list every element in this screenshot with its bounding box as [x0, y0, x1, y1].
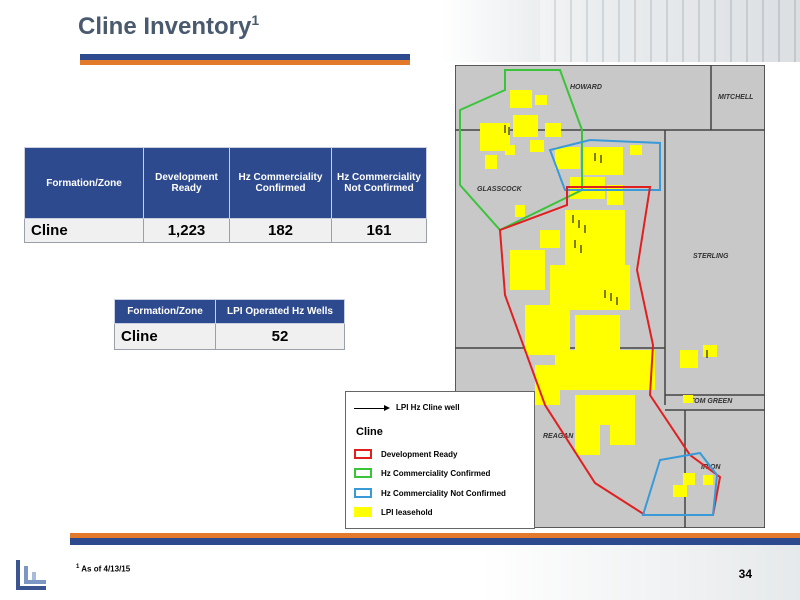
legend-title: Cline: [356, 426, 383, 438]
county-label-reagan: REAGAN: [543, 433, 574, 440]
header-formation-zone: Formation/Zone: [114, 299, 216, 324]
cell-formation: Cline: [114, 323, 216, 350]
header-band-orange: [80, 60, 410, 65]
header-formation-zone: Formation/Zone: [24, 147, 144, 219]
lpi-leasehold-swatch-icon: [354, 507, 372, 517]
hz-not-confirmed-swatch-icon: [354, 488, 372, 498]
header-lpi-operated-hz-wells: LPI Operated Hz Wells: [215, 299, 345, 324]
legend-item-label: Hz Commerciality Confirmed: [381, 469, 491, 478]
table-row: Cline 52: [114, 323, 345, 350]
cell-hz-not-confirmed: 161: [331, 218, 427, 243]
county-label-glasscock: GLASSCOCK: [477, 186, 523, 193]
hz-well-arrow-icon: [354, 405, 390, 411]
inventory-header-row: Formation/Zone Development Ready Hz Comm…: [24, 147, 427, 219]
wells-header-row: Formation/Zone LPI Operated Hz Wells: [114, 299, 345, 324]
legend-item-lpi-leasehold: LPI leasehold: [354, 507, 530, 519]
legend-item-hz-confirmed: Hz Commerciality Confirmed: [354, 468, 530, 480]
legend-item-label: LPI leasehold: [381, 508, 433, 517]
inventory-table: Formation/Zone Development Ready Hz Comm…: [24, 147, 427, 243]
map-legend: LPI Hz Cline well Cline Development Read…: [345, 391, 535, 529]
county-label-sterling: STERLING: [693, 253, 729, 260]
cell-formation: Cline: [24, 218, 144, 243]
county-label-tom-green: TOM GREEN: [690, 398, 733, 405]
legend-item-label: Development Ready: [381, 450, 458, 459]
development-ready-swatch-icon: [354, 449, 372, 459]
header-hz-commerciality-confirmed: Hz Commerciality Confirmed: [229, 147, 332, 219]
legend-item-development-ready: Development Ready: [354, 449, 530, 461]
cell-hz-confirmed: 182: [229, 218, 332, 243]
legend-item-hz-not-confirmed: Hz Commerciality Not Confirmed: [354, 488, 530, 500]
county-label-howard: HOWARD: [570, 84, 602, 91]
footer-band-blue: [70, 538, 800, 545]
header-hz-commerciality-not-confirmed: Hz Commerciality Not Confirmed: [331, 147, 427, 219]
cell-lpi-operated-hz-wells: 52: [215, 323, 345, 350]
county-label-mitchell: MITCHELL: [718, 94, 753, 101]
cell-development-ready: 1,223: [143, 218, 230, 243]
legend-arrow-label: LPI Hz Cline well: [396, 403, 460, 412]
page-title: Cline Inventory1: [78, 12, 260, 40]
header-development-ready: Development Ready: [143, 147, 230, 219]
wells-table: Formation/Zone LPI Operated Hz Wells Cli…: [114, 299, 345, 350]
footnote: 1 As of 4/13/15: [76, 564, 131, 574]
page-number: 34: [738, 567, 752, 581]
company-logo-icon: [16, 560, 46, 590]
hz-confirmed-swatch-icon: [354, 468, 372, 478]
legend-item-label: Hz Commerciality Not Confirmed: [381, 489, 506, 498]
table-row: Cline 1,223 182 161: [24, 218, 427, 243]
